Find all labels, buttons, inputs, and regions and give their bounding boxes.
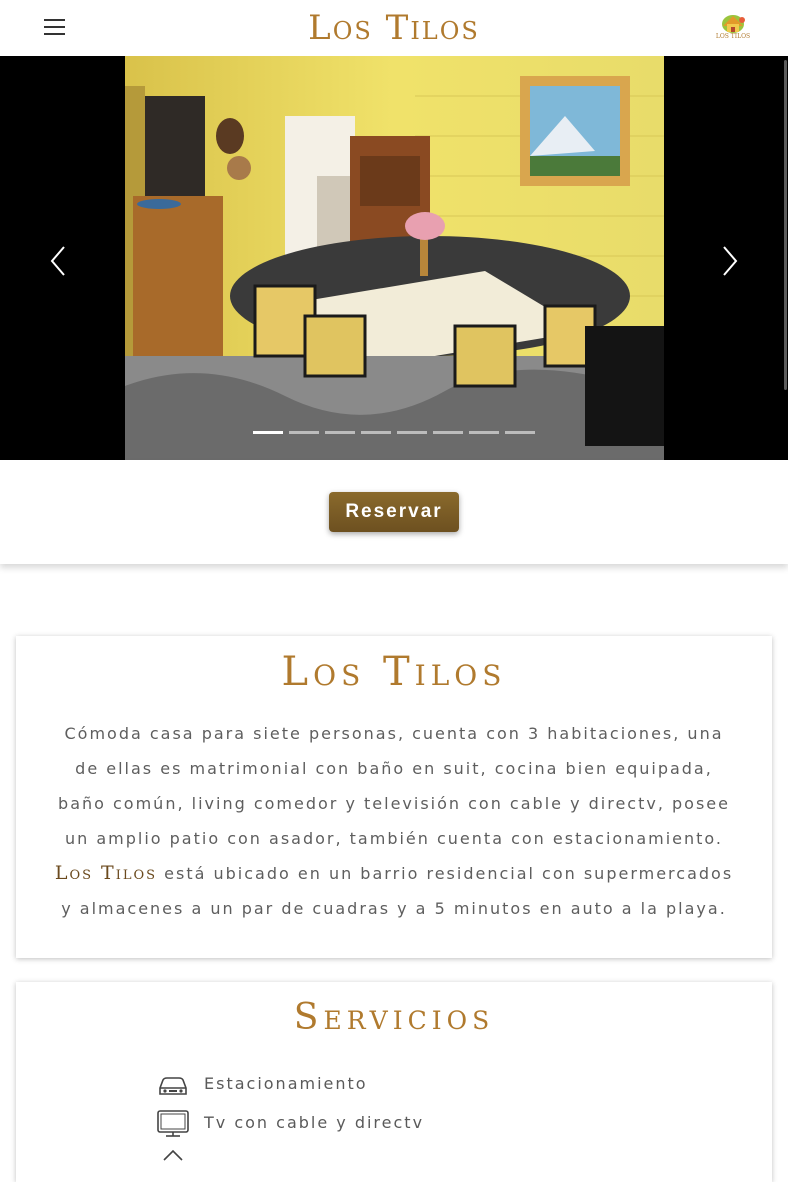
about-text-part1: Cómoda casa para siete personas, cuenta … <box>58 724 730 848</box>
carousel-indicator[interactable] <box>253 431 283 434</box>
car-icon <box>156 1070 190 1100</box>
brand-title[interactable]: Los Tilos <box>0 8 788 48</box>
services-card: Servicios Estacionamiento Tv con cable y… <box>16 982 772 1182</box>
about-title: Los Tilos <box>281 649 507 695</box>
about-description: Cómoda casa para siete personas, cuenta … <box>52 716 736 926</box>
chevron-left-icon <box>50 246 65 276</box>
house-icon <box>156 1148 190 1178</box>
service-item-parking: Estacionamiento <box>156 1070 656 1100</box>
about-inline-brand: Los Tilos <box>54 862 158 884</box>
carousel-indicator[interactable] <box>469 431 499 434</box>
reserve-button[interactable]: Reservar <box>329 492 459 532</box>
carousel-indicator[interactable] <box>505 431 535 434</box>
logo-icon[interactable]: LOS TILOS <box>714 12 752 44</box>
logo-text: LOS TILOS <box>715 33 751 40</box>
service-item-house <box>156 1148 656 1178</box>
carousel-indicator[interactable] <box>433 431 463 434</box>
scrollbar[interactable] <box>782 56 788 396</box>
carousel-indicator[interactable] <box>289 431 319 434</box>
service-label: Estacionamiento <box>204 1074 368 1093</box>
carousel-indicator[interactable] <box>325 431 355 434</box>
carousel-indicator[interactable] <box>361 431 391 434</box>
services-title: Servicios <box>293 997 495 1038</box>
carousel-prev-button[interactable] <box>44 241 74 281</box>
carousel-next-button[interactable] <box>714 241 744 281</box>
carousel-photo-dining-room <box>125 56 664 460</box>
image-carousel[interactable] <box>0 56 788 460</box>
service-label: Tv con cable y directv <box>204 1113 425 1132</box>
tv-icon <box>156 1109 190 1139</box>
carousel-indicator[interactable] <box>397 431 427 434</box>
booking-section: Reservar <box>0 460 788 564</box>
chevron-right-icon <box>723 246 738 276</box>
about-card: Los Tilos Cómoda casa para siete persona… <box>16 636 772 958</box>
service-item-tv: Tv con cable y directv <box>156 1109 656 1139</box>
about-text-part2: está ubicado en un barrio residencial co… <box>61 864 734 918</box>
carousel-indicators <box>253 431 543 437</box>
top-navbar: Los Tilos LOS TILOS <box>0 0 788 56</box>
